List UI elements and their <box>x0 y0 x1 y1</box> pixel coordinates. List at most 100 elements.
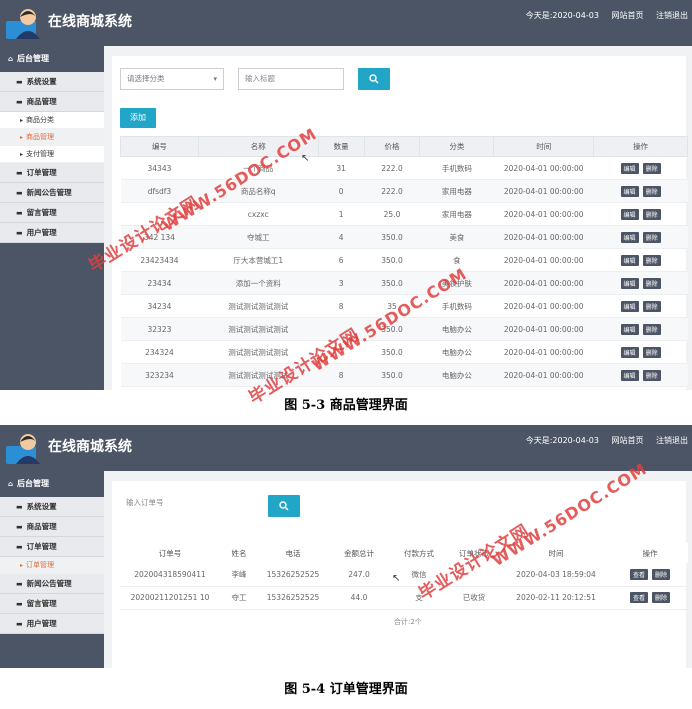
search-button[interactable] <box>358 68 390 90</box>
cell-actions: 编辑 删除 <box>593 363 688 387</box>
sidebar-item-news[interactable]: ▬ 新闻公告管理 <box>0 183 104 203</box>
sidebar-item-orders[interactable]: ▬ 订单管理 <box>0 537 104 557</box>
sidebar-item-system[interactable]: ▬ 系统设置 <box>0 497 104 517</box>
cell-no: 20200211201251 10 <box>120 586 220 610</box>
cell-name: 测试测试测试测试 <box>198 317 319 341</box>
top-bar: 在线商城系统 今天是:2020-04-03 网站首页 注销退出 <box>0 0 692 46</box>
top-links: 今天是:2020-04-03 网站首页 注销退出 <box>516 10 688 21</box>
sidebar: ⌂ 后台管理 ▬ 系统设置 ▬ 商品管理 ▬ 订单管理 ▸ 订单管理 ▬ 新闻公告管理 ▬ 留… <box>0 471 104 668</box>
folder-icon: ▬ <box>16 543 23 551</box>
app-title: 在线商城系统 <box>48 14 132 30</box>
delete-button[interactable]: 删除 <box>642 346 661 358</box>
edit-button[interactable]: 编辑 <box>620 323 639 335</box>
logout-link[interactable]: 注销退出 <box>656 11 688 20</box>
cell-time: 2020-04-01 00:00:00 <box>493 363 594 387</box>
delete-button[interactable]: 删除 <box>652 592 671 603</box>
cell-actions: 查看 删除 <box>612 586 688 610</box>
folder-icon: ▬ <box>16 78 23 86</box>
cell-price: 222.0 <box>364 179 420 203</box>
edit-button[interactable]: 编辑 <box>620 369 639 381</box>
cell-price: 350.0 <box>364 248 420 272</box>
sidebar-item-system[interactable]: ▬ 系统设置 <box>0 72 104 92</box>
edit-button[interactable]: 编辑 <box>620 231 639 243</box>
table-row: 23434 添加一个资料 3 350.0 美妆护肤 2020-04-01 00:00:00… <box>120 271 688 295</box>
cell-qty: 4 <box>318 225 365 249</box>
edit-button[interactable]: 编辑 <box>620 300 639 312</box>
cell-name: 测试测试测试测试 <box>198 294 319 318</box>
delete-button[interactable]: 删除 <box>642 254 661 266</box>
goods-table: 编号 名称 数量 价格 分类 时间 操作 34343 一个商品 31 222.0 手机数… <box>120 136 688 387</box>
sidebar-item-goods[interactable]: ▬ 商品管理 <box>0 92 104 112</box>
title-input[interactable]: 输入标题 <box>238 68 344 90</box>
sidebar-item-goods[interactable]: ▬ 商品管理 <box>0 517 104 537</box>
content-panel: 请选择分类 ▾ 输入标题 添加 编号 名称 数量 价格 分类 时间 操作 343… <box>112 56 688 390</box>
cell-actions: 编辑 删除 <box>593 202 688 226</box>
edit-button[interactable]: 编辑 <box>620 254 639 266</box>
order-management-screenshot: 在线商城系统 今天是:2020-04-03 网站首页 注销退出 ⌂ 后台管理 ▬ 系… <box>0 425 692 668</box>
cell-id: 32323 <box>120 317 199 341</box>
top-bar: 在线商城系统 今天是:2020-04-03 网站首页 注销退出 <box>0 425 692 471</box>
sidebar-sub-goods[interactable]: ▸ 商品管理 <box>0 129 104 146</box>
cell-time: 2020-04-03 18:59:04 <box>500 563 612 587</box>
cell-actions: 编辑 删除 <box>593 225 688 249</box>
cell-cat: 手机数码 <box>419 156 494 180</box>
home-icon: ⌂ <box>8 480 14 488</box>
sidebar-head: ⌂ 后台管理 <box>0 471 104 497</box>
category-select[interactable]: 请选择分类 ▾ <box>120 68 224 90</box>
add-button[interactable]: 添加 <box>120 108 156 128</box>
sidebar-item-messages[interactable]: ▬ 留言管理 <box>0 594 104 614</box>
view-button[interactable]: 查看 <box>629 568 648 580</box>
folder-icon: ▬ <box>16 620 23 628</box>
edit-button[interactable]: 编辑 <box>620 346 639 358</box>
cell-actions: 编辑 删除 <box>593 271 688 295</box>
caret-right-icon: ▸ <box>20 151 24 158</box>
edit-button[interactable]: 编辑 <box>620 162 639 174</box>
delete-button[interactable]: 删除 <box>642 277 661 289</box>
cell-amount: 44.0 <box>328 586 390 610</box>
delete-button[interactable]: 删除 <box>642 231 661 243</box>
home-link[interactable]: 网站首页 <box>611 436 643 445</box>
logout-link[interactable]: 注销退出 <box>656 436 688 445</box>
table-header: 编号 名称 数量 价格 分类 时间 操作 <box>120 136 688 157</box>
search-icon <box>279 501 289 511</box>
edit-button[interactable]: 编辑 <box>620 277 639 289</box>
delete-button[interactable]: 删除 <box>642 323 661 335</box>
delete-button[interactable]: 删除 <box>642 300 661 312</box>
cell-time: 2020-02-11 20:12:51 <box>500 586 612 610</box>
sidebar-sub-payment[interactable]: ▸ 支付管理 <box>0 146 104 163</box>
sidebar-item-orders[interactable]: ▬ 订单管理 <box>0 163 104 183</box>
sidebar-item-users[interactable]: ▬ 用户管理 <box>0 614 104 634</box>
cell-actions: 编辑 删除 <box>593 294 688 318</box>
delete-button[interactable]: 删除 <box>642 369 661 381</box>
delete-button[interactable]: 删除 <box>642 208 661 220</box>
sidebar-sub-category[interactable]: ▸ 商品分类 <box>0 112 104 129</box>
folder-icon: ▬ <box>16 523 23 531</box>
edit-button[interactable]: 编辑 <box>620 185 639 197</box>
cell-cat: 电脑办公 <box>419 317 494 341</box>
sidebar-item-news[interactable]: ▬ 新闻公告管理 <box>0 574 104 594</box>
folder-icon: ▬ <box>16 189 23 197</box>
edit-button[interactable]: 编辑 <box>620 208 639 220</box>
search-button[interactable] <box>268 495 300 517</box>
sidebar-item-messages[interactable]: ▬ 留言管理 <box>0 203 104 223</box>
cell-qty: 31 <box>318 156 365 180</box>
sidebar-sub-orders[interactable]: ▸ 订单管理 <box>0 557 104 574</box>
delete-button[interactable]: 删除 <box>652 568 671 580</box>
cell-time: 2020-04-01 00:00:00 <box>493 156 594 180</box>
folder-icon: ▬ <box>16 600 23 608</box>
delete-button[interactable]: 删除 <box>642 162 661 174</box>
cell-phone: 15326252525 <box>258 563 328 587</box>
cell-cat: 电脑办公 <box>419 340 494 364</box>
home-link[interactable]: 网站首页 <box>611 11 643 20</box>
cell-actions: 编辑 删除 <box>593 317 688 341</box>
table-header: 订单号 姓名 电话 金额总计 付款方式 订单状态 时间 操作 <box>120 543 688 563</box>
cell-name: 夺城工 <box>198 225 319 249</box>
view-button[interactable]: 查看 <box>629 592 648 603</box>
top-links: 今天是:2020-04-03 网站首页 注销退出 <box>516 435 688 446</box>
delete-button[interactable]: 删除 <box>642 185 661 197</box>
cell-cat: 美食 <box>419 225 494 249</box>
cell-name: cxzxc <box>198 202 319 226</box>
cell-cat: 电脑办公 <box>419 363 494 387</box>
order-search-input[interactable]: 输入订单号 <box>120 493 260 515</box>
sidebar-item-users[interactable]: ▬ 用户管理 <box>0 223 104 243</box>
